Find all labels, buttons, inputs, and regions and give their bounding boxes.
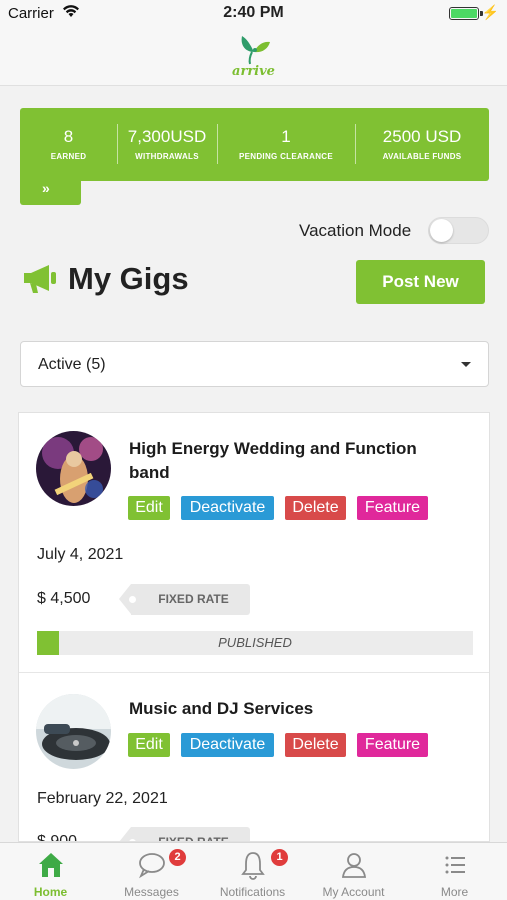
gig-title[interactable]: High Energy Wedding and Function band bbox=[129, 437, 459, 485]
edit-button[interactable]: Edit bbox=[128, 496, 170, 520]
user-icon bbox=[341, 853, 367, 878]
gig-price: $ 4,500 bbox=[37, 590, 91, 607]
stat-value: 7,300USD bbox=[127, 127, 207, 146]
publish-status: PUBLISHED bbox=[218, 635, 292, 650]
caret-down-icon bbox=[461, 362, 471, 367]
status-bar: Carrier 2:40 PM ⚡ bbox=[0, 0, 507, 28]
deactivate-button[interactable]: Deactivate bbox=[181, 733, 274, 757]
feature-button[interactable]: Feature bbox=[357, 733, 428, 757]
stat-earned: 8 EARNED bbox=[20, 126, 117, 166]
gig-date: February 22, 2021 bbox=[37, 790, 168, 807]
delete-button[interactable]: Delete bbox=[285, 496, 346, 520]
page-title: My Gigs bbox=[68, 261, 189, 296]
rate-type-label: FIXED RATE bbox=[158, 592, 229, 606]
gig-list: High Energy Wedding and Function band Ed… bbox=[18, 412, 490, 842]
stat-label: PENDING CLEARANCE bbox=[239, 152, 333, 161]
home-icon bbox=[39, 853, 63, 877]
megaphone-icon bbox=[24, 265, 56, 293]
messages-badge: 2 bbox=[167, 847, 188, 868]
post-new-button[interactable]: Post New bbox=[356, 260, 485, 304]
tab-label: Notifications bbox=[219, 885, 286, 899]
stat-withdrawals: 7,300USD WITHDRAWALS bbox=[117, 126, 217, 166]
gig-card: Music and DJ Services Edit Deactivate De… bbox=[19, 673, 489, 842]
app-header: arrive bbox=[0, 28, 507, 86]
deactivate-button[interactable]: Deactivate bbox=[181, 496, 274, 520]
tab-more[interactable]: More bbox=[404, 843, 505, 900]
stat-value: 8 bbox=[63, 127, 74, 146]
gig-thumbnail bbox=[36, 431, 111, 506]
double-chevron-down-icon: » bbox=[42, 180, 50, 196]
stat-label: AVAILABLE FUNDS bbox=[382, 152, 462, 161]
notifications-badge: 1 bbox=[269, 847, 290, 868]
logo-text: arrive bbox=[232, 64, 275, 79]
stat-value: 2500 USD bbox=[382, 127, 462, 146]
tab-bar: Home 2 Messages 1 Notifications My Accou… bbox=[0, 842, 507, 900]
stat-value: 1 bbox=[281, 127, 291, 146]
clock: 2:40 PM bbox=[223, 4, 284, 21]
gig-card: High Energy Wedding and Function band Ed… bbox=[19, 413, 489, 673]
tab-home[interactable]: Home bbox=[0, 843, 101, 900]
edit-button[interactable]: Edit bbox=[128, 733, 170, 757]
tab-messages[interactable]: 2 Messages bbox=[101, 843, 202, 900]
vacation-mode-toggle[interactable] bbox=[428, 217, 489, 244]
tab-label: Messages bbox=[124, 885, 179, 899]
tab-notifications[interactable]: 1 Notifications bbox=[202, 843, 303, 900]
tab-label: Home bbox=[33, 885, 68, 899]
battery-icon bbox=[449, 7, 479, 20]
more-icon bbox=[445, 856, 465, 874]
expand-stats-button[interactable]: » bbox=[20, 178, 81, 205]
stat-pending-clearance: 1 PENDING CLEARANCE bbox=[217, 126, 355, 166]
bell-icon bbox=[241, 852, 265, 880]
feature-button[interactable]: Feature bbox=[357, 496, 428, 520]
rate-type-tag: FIXED RATE bbox=[119, 584, 250, 615]
publish-progress-bar: PUBLISHED bbox=[37, 631, 473, 655]
rate-type-label: FIXED RATE bbox=[158, 835, 229, 842]
stat-available-funds: 2500 USD AVAILABLE FUNDS bbox=[355, 126, 489, 166]
vacation-mode-label: Vacation Mode bbox=[299, 221, 412, 240]
gig-status-select[interactable]: Active (5) bbox=[20, 341, 489, 387]
gig-thumbnail bbox=[36, 694, 111, 769]
charging-icon: ⚡ bbox=[481, 4, 499, 20]
tab-label: More bbox=[440, 885, 469, 899]
toggle-knob bbox=[430, 219, 453, 242]
gig-date: July 4, 2021 bbox=[37, 546, 124, 563]
rate-type-tag: FIXED RATE bbox=[119, 827, 250, 842]
delete-button[interactable]: Delete bbox=[285, 733, 346, 757]
earnings-summary: 8 EARNED 7,300USD WITHDRAWALS 1 PENDING … bbox=[20, 108, 489, 181]
gig-price: $ 900 bbox=[37, 833, 78, 842]
stat-label: EARNED bbox=[50, 152, 87, 161]
tab-label: My Account bbox=[322, 885, 385, 899]
gig-title[interactable]: Music and DJ Services bbox=[129, 697, 459, 721]
stat-label: WITHDRAWALS bbox=[135, 152, 199, 161]
tab-my-account[interactable]: My Account bbox=[303, 843, 404, 900]
messages-icon bbox=[139, 853, 165, 879]
selected-status: Active (5) bbox=[38, 356, 106, 373]
